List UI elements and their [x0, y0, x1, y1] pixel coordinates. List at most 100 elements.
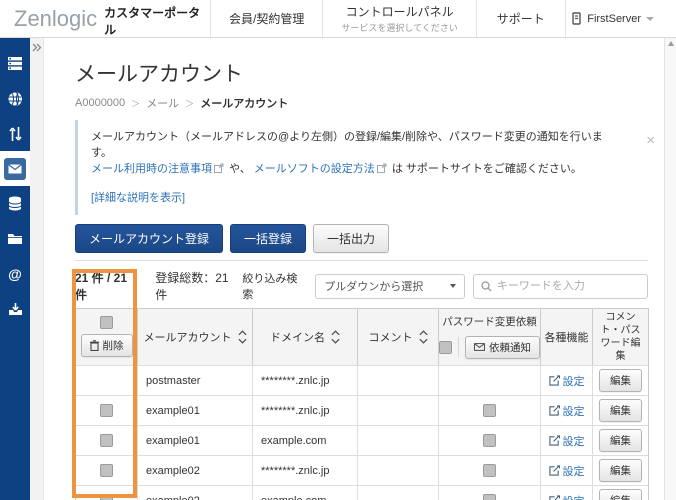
cell-domain: example.com — [253, 486, 358, 500]
main-content: メールアカウント A0000000 ＞ メール ＞ メールアカウント メールアカ… — [44, 38, 664, 500]
table-row: example01 ********.znlc.jp 設定 編集 — [76, 395, 648, 425]
edit-button[interactable]: 編集 — [599, 369, 642, 392]
sort-desc-icon[interactable] — [331, 338, 340, 344]
sort-asc-icon[interactable] — [418, 330, 428, 336]
sidebar-item-at[interactable]: @ — [0, 256, 30, 291]
at-icon: @ — [8, 265, 22, 282]
nav-tab-members[interactable]: 会員/契約管理 — [210, 0, 322, 37]
close-icon[interactable]: × — [646, 133, 655, 148]
row-checkbox[interactable] — [100, 494, 113, 500]
delete-button-label: 削除 — [102, 340, 124, 352]
notice-link-mail-setup[interactable]: メールソフトの設定方法 — [254, 163, 375, 175]
password-request-select-all-checkbox[interactable] — [439, 340, 452, 354]
header-domain: ドメイン名 — [253, 309, 358, 365]
cell-account: example02 — [138, 456, 253, 485]
filter-dropdown[interactable]: プルダウンから選択 — [315, 273, 465, 299]
cell-account: example01 — [138, 396, 253, 425]
nav-tab-support[interactable]: サポート — [475, 0, 566, 37]
sidebar-item-folder[interactable] — [0, 221, 30, 256]
search-icon — [481, 280, 492, 291]
select-all-checkbox[interactable] — [100, 316, 113, 329]
cell-password-request — [439, 426, 541, 455]
cell-functions: 設定 — [541, 456, 593, 485]
delete-button[interactable]: 削除 — [80, 334, 133, 357]
cell-account: example01 — [138, 426, 253, 455]
expand-chevrons-icon[interactable] — [32, 43, 42, 52]
mail-accounts-table: 削除 メールアカウント ドメイン名 コメント パスワード変更依頼 依頼通知 各種… — [75, 308, 649, 500]
password-request-checkbox[interactable] — [483, 434, 496, 447]
request-notify-label: 依頼通知 — [489, 341, 531, 354]
cell-account: example02 — [138, 486, 253, 500]
cell-edit: 編集 — [593, 456, 648, 485]
settings-link[interactable]: 設定 — [548, 433, 585, 449]
nav-tab-label: コントロールパネル — [345, 5, 454, 19]
bulk-export-button[interactable]: 一括出力 — [313, 224, 390, 253]
settings-label: 設定 — [562, 465, 585, 478]
sort-buttons[interactable] — [237, 330, 247, 344]
password-request-checkbox[interactable] — [483, 464, 496, 477]
sort-desc-icon[interactable] — [237, 338, 247, 344]
table-header: 削除 メールアカウント ドメイン名 コメント パスワード変更依頼 依頼通知 各種… — [76, 309, 648, 365]
scroll-up-icon[interactable] — [667, 41, 674, 46]
cell-comment — [358, 396, 439, 425]
notice-text: は サポートサイトをご確認ください。 — [391, 163, 582, 175]
password-request-checkbox[interactable] — [483, 494, 496, 500]
sidebar-item-import[interactable] — [0, 291, 30, 326]
row-checkbox[interactable] — [100, 464, 113, 477]
cell-password-request — [439, 366, 541, 395]
sort-desc-icon[interactable] — [418, 338, 428, 344]
keyword-search-input[interactable] — [496, 280, 640, 292]
cell-select — [76, 396, 138, 425]
cell-edit: 編集 — [593, 366, 648, 395]
notice-link-precautions[interactable]: メール利用時の注意事項 — [91, 163, 212, 175]
sidebar-item-mail[interactable] — [0, 151, 30, 186]
row-checkbox[interactable] — [100, 404, 113, 417]
divider — [75, 260, 648, 261]
breadcrumb-account-id[interactable]: A0000000 — [75, 97, 125, 109]
external-link-icon — [376, 163, 387, 173]
password-request-checkbox[interactable] — [483, 404, 496, 417]
logo[interactable]: Zenlogic カスタマーポータル — [0, 0, 210, 37]
header-functions: 各種機能 — [541, 309, 593, 365]
sort-buttons[interactable] — [418, 330, 428, 344]
settings-link[interactable]: 設定 — [548, 463, 585, 479]
column-label: ドメイン名 — [270, 332, 325, 344]
count-filter-row: 21 件 / 21 件 登録総数：21 件 絞り込み検索 プルダウンから選択 — [75, 269, 648, 303]
divider — [458, 337, 459, 357]
nav-tab-control-panel[interactable]: コントロールパネル サービスを選択してください — [322, 0, 475, 37]
sort-asc-icon[interactable] — [331, 330, 340, 336]
request-notify-button[interactable]: 依頼通知 — [465, 335, 540, 359]
sort-asc-icon[interactable] — [237, 330, 247, 336]
sidebar-item-server[interactable] — [0, 46, 30, 81]
register-mail-account-button[interactable]: メールアカウント登録 — [75, 224, 224, 253]
header-password-request: パスワード変更依頼 依頼通知 — [439, 309, 541, 365]
action-buttons: メールアカウント登録 一括登録 一括出力 — [75, 224, 664, 253]
vertical-scrollbar[interactable] — [664, 38, 676, 500]
settings-link[interactable]: 設定 — [548, 403, 585, 419]
show-details-link[interactable]: [詳細な説明を表示] — [91, 189, 185, 205]
edit-button[interactable]: 編集 — [599, 459, 642, 482]
sidebar-item-domain[interactable] — [0, 81, 30, 116]
settings-label: 設定 — [562, 375, 585, 388]
edit-button[interactable]: 編集 — [599, 429, 642, 452]
cell-edit: 編集 — [593, 426, 648, 455]
sidebar-item-transfer[interactable] — [0, 116, 30, 151]
edit-button[interactable]: 編集 — [599, 399, 642, 422]
bulk-register-button[interactable]: 一括登録 — [230, 224, 307, 253]
envelope-icon — [474, 343, 485, 351]
sort-buttons[interactable] — [331, 330, 340, 344]
settings-link[interactable]: 設定 — [548, 373, 585, 389]
account-menu[interactable]: FirstServer — [571, 0, 676, 37]
row-checkbox[interactable] — [100, 434, 113, 447]
cell-comment — [358, 456, 439, 485]
sidebar-item-database[interactable] — [0, 186, 30, 221]
caret-down-icon — [646, 16, 654, 21]
edit-button[interactable]: 編集 — [599, 489, 642, 500]
header-comment: コメント — [358, 309, 439, 365]
settings-link[interactable]: 設定 — [548, 493, 585, 500]
header-comment-password-edit: コメント・パスワード編集 — [600, 312, 641, 362]
breadcrumb-mail[interactable]: メール — [146, 95, 179, 111]
cell-comment — [358, 366, 439, 395]
cell-comment — [358, 486, 439, 500]
cell-domain: ********.znlc.jp — [253, 396, 358, 425]
